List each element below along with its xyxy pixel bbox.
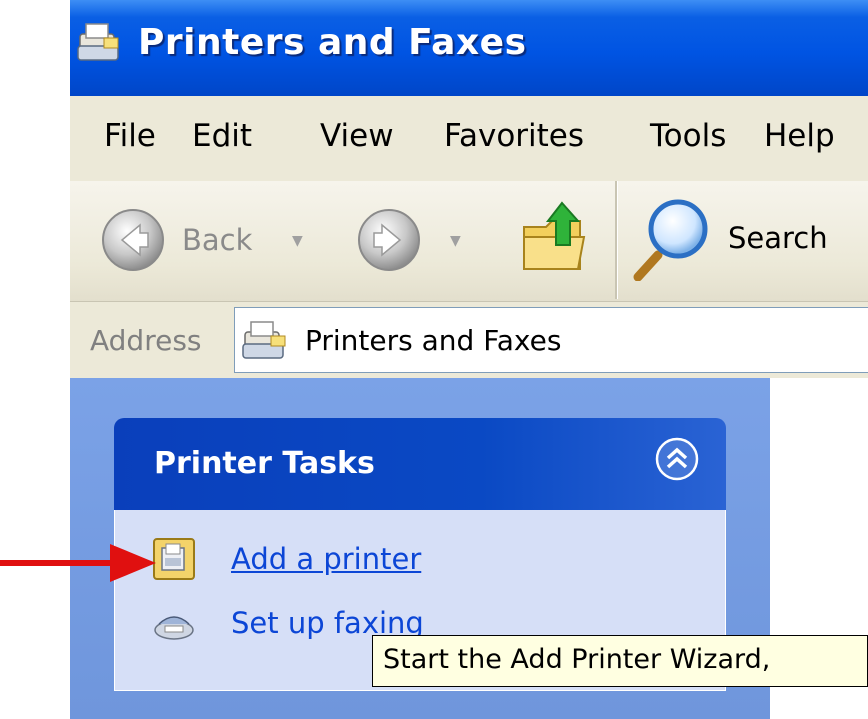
printer-tasks-title: Printer Tasks [154, 446, 375, 481]
add-printer-link[interactable]: Add a printer [231, 542, 421, 576]
red-arrow-annotation [0, 544, 156, 582]
back-label: Back [182, 223, 253, 257]
menu-favorites[interactable]: Favorites [444, 118, 584, 154]
back-arrow-icon [102, 209, 164, 271]
menu-edit[interactable]: Edit [192, 118, 252, 154]
forward-button[interactable]: ▼ [356, 207, 486, 273]
printer-tasks-header[interactable]: Printer Tasks [114, 418, 726, 510]
magnifier-icon [633, 199, 708, 281]
collapse-chevron-icon[interactable] [654, 436, 700, 482]
menu-tools[interactable]: Tools [650, 118, 726, 154]
menu-help[interactable]: Help [764, 118, 835, 154]
tooltip: Start the Add Printer Wizard, [372, 635, 868, 687]
fax-icon [154, 616, 194, 640]
printers-folder-icon [77, 23, 119, 61]
forward-arrow-icon [358, 209, 420, 271]
menu-view[interactable]: View [320, 118, 394, 154]
menu-file[interactable]: File [104, 118, 156, 154]
address-value: Printers and Faxes [305, 324, 562, 357]
forward-dropdown-icon[interactable]: ▼ [450, 233, 461, 249]
back-button[interactable]: Back ▼ [100, 207, 340, 273]
address-input[interactable]: Printers and Faxes [234, 307, 868, 373]
search-button[interactable]: Search [632, 195, 868, 285]
address-bar: Address Printers and Faxes [70, 302, 868, 378]
up-folder-icon[interactable] [520, 197, 592, 277]
search-label: Search [728, 221, 828, 255]
menu-bar: File Edit View Favorites Tools Help [70, 96, 868, 182]
window-title: Printers and Faxes [138, 22, 527, 63]
toolbar: Back ▼ ▼ Search [70, 181, 868, 302]
add-printer-icon [153, 538, 195, 580]
toolbar-separator [615, 181, 618, 299]
back-dropdown-icon[interactable]: ▼ [292, 233, 303, 249]
title-bar: Printers and Faxes [70, 0, 868, 96]
printers-folder-icon [242, 321, 286, 359]
address-label: Address [90, 324, 202, 357]
